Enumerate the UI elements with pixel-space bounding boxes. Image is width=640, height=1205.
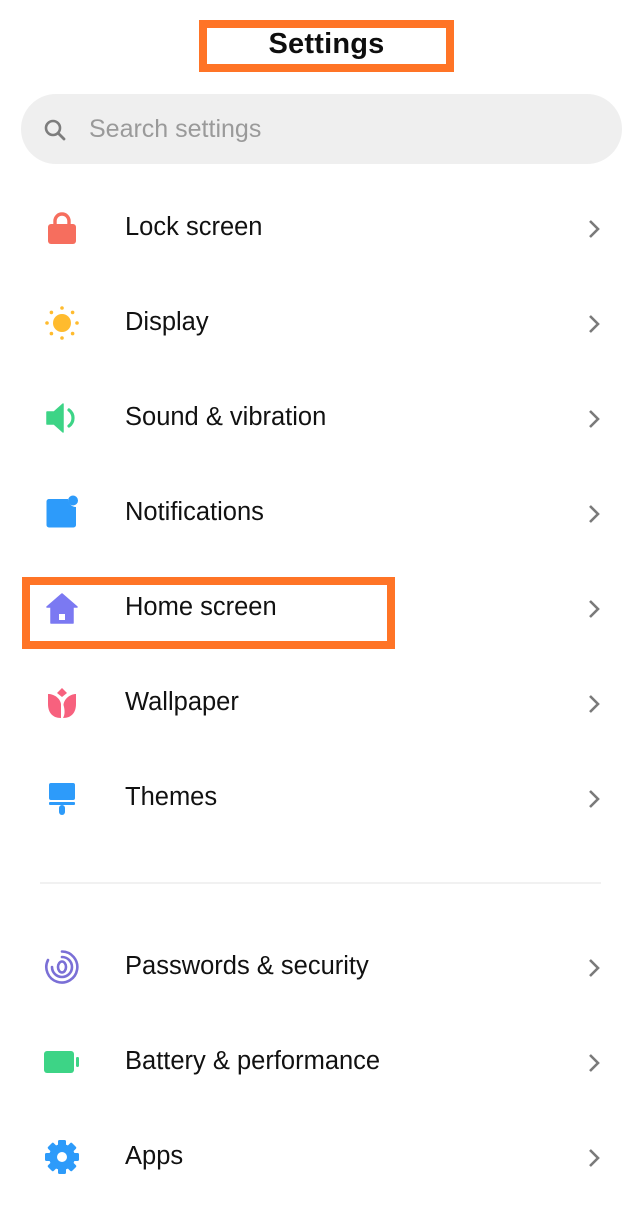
search-bar[interactable] xyxy=(21,94,622,164)
search-icon xyxy=(44,119,66,141)
settings-item-label: Lock screen xyxy=(125,213,263,241)
fingerprint-icon xyxy=(45,950,79,984)
gear-icon xyxy=(45,1140,79,1174)
chevron-right-icon xyxy=(589,505,600,523)
page-title: Settings xyxy=(268,28,385,60)
settings-item-label: Passwords & security xyxy=(125,952,369,980)
home-icon xyxy=(46,593,78,624)
settings-item-passwords-security[interactable]: Passwords & security xyxy=(0,920,640,1015)
paintbrush-icon xyxy=(49,783,75,815)
chevron-right-icon xyxy=(589,1054,600,1072)
settings-item-battery-performance[interactable]: Battery & performance xyxy=(0,1015,640,1110)
title-highlight-box: Settings xyxy=(199,20,454,72)
settings-item-label: Apps xyxy=(125,1142,184,1170)
settings-item-sound-vibration[interactable]: Sound & vibration xyxy=(0,371,640,466)
section-divider xyxy=(40,882,601,884)
speaker-icon xyxy=(46,403,75,433)
chevron-right-icon xyxy=(589,220,600,238)
settings-item-display[interactable]: Display xyxy=(0,276,640,371)
chevron-right-icon xyxy=(589,410,600,428)
lock-icon xyxy=(48,212,76,244)
chevron-right-icon xyxy=(589,959,600,977)
settings-item-themes[interactable]: Themes xyxy=(0,751,640,846)
battery-icon xyxy=(44,1051,79,1073)
chevron-right-icon xyxy=(589,600,600,618)
chevron-right-icon xyxy=(589,315,600,333)
notification-icon xyxy=(46,495,78,528)
chevron-right-icon xyxy=(589,1149,600,1167)
tulip-icon xyxy=(48,688,76,718)
sun-icon xyxy=(45,306,79,340)
settings-item-notifications[interactable]: Notifications xyxy=(0,466,640,561)
settings-item-label: Display xyxy=(125,308,209,336)
settings-item-label: Notifications xyxy=(125,498,264,526)
settings-item-home-screen[interactable]: Home screen xyxy=(0,561,640,656)
settings-item-apps[interactable]: Apps xyxy=(0,1110,640,1205)
settings-item-label: Home screen xyxy=(125,593,277,621)
search-input[interactable] xyxy=(89,94,589,164)
settings-item-wallpaper[interactable]: Wallpaper xyxy=(0,656,640,751)
settings-item-label: Battery & performance xyxy=(125,1047,381,1075)
chevron-right-icon xyxy=(589,695,600,713)
settings-item-label: Wallpaper xyxy=(125,688,239,716)
settings-item-label: Sound & vibration xyxy=(125,403,327,431)
settings-item-lock-screen[interactable]: Lock screen xyxy=(0,181,640,276)
settings-item-label: Themes xyxy=(125,783,218,811)
chevron-right-icon xyxy=(589,790,600,808)
